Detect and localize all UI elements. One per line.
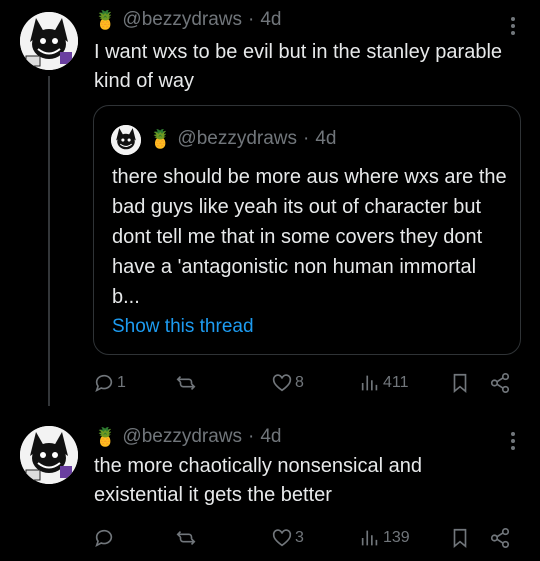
- tweet-actions: 1 8 411: [93, 370, 523, 396]
- views-count: 139: [383, 529, 410, 546]
- more-icon[interactable]: [508, 429, 518, 453]
- pineapple-emoji: 🍍: [94, 9, 117, 30]
- pineapple-emoji: 🍍: [94, 426, 117, 447]
- tweet-text: the more chaotically nonsensical and exi…: [94, 455, 422, 506]
- quote-tweet[interactable]: 🍍 @bezzydraws · 4d there should be more …: [93, 105, 521, 355]
- reply-icon: [95, 374, 113, 392]
- retweet-button[interactable]: [175, 370, 199, 396]
- separator: ·: [303, 128, 310, 149]
- retweet-button[interactable]: [175, 525, 199, 551]
- quote-avatar: [111, 125, 141, 155]
- share-button[interactable]: [489, 525, 511, 551]
- tweet-header: 🍍 @bezzydraws · 4d: [94, 425, 282, 449]
- bookmark-button[interactable]: [449, 525, 471, 551]
- tweet-actions: 3 139: [93, 525, 523, 551]
- views-icon: [361, 530, 378, 546]
- retweet-icon: [176, 375, 196, 391]
- thread-line: [48, 76, 50, 406]
- reply-button[interactable]: [93, 525, 117, 551]
- reply-count: 1: [117, 374, 126, 391]
- like-button[interactable]: 8: [271, 370, 304, 396]
- avatar-image: [20, 12, 78, 70]
- quote-text: there should be more aus where wxs are t…: [112, 166, 507, 308]
- views-icon: [361, 375, 378, 391]
- show-thread-link[interactable]: Show this thread: [112, 316, 254, 338]
- like-button[interactable]: 3: [271, 525, 304, 551]
- avatar[interactable]: [20, 426, 78, 484]
- like-count: 3: [295, 529, 304, 546]
- views-button[interactable]: 411: [359, 370, 409, 396]
- avatar[interactable]: [20, 12, 78, 70]
- like-icon: [272, 374, 292, 392]
- tweet-text: I want wxs to be evil but in the stanley…: [94, 41, 503, 92]
- quote-timestamp: 4d: [315, 128, 337, 149]
- retweet-icon: [176, 530, 196, 546]
- separator: ·: [248, 9, 255, 30]
- share-icon: [490, 373, 510, 393]
- share-icon: [490, 528, 510, 548]
- share-button[interactable]: [489, 370, 511, 396]
- timestamp[interactable]: 4d: [260, 9, 281, 31]
- timestamp[interactable]: 4d: [260, 426, 281, 448]
- quote-header: 🍍 @bezzydraws · 4d: [149, 128, 337, 150]
- bookmark-icon: [453, 528, 467, 549]
- avatar-image: [20, 426, 78, 484]
- views-button[interactable]: 139: [359, 525, 410, 551]
- reply-icon: [95, 529, 113, 547]
- more-icon[interactable]: [508, 14, 518, 38]
- handle-link[interactable]: @bezzydraws: [122, 9, 242, 31]
- separator: ·: [248, 426, 255, 447]
- pineapple-emoji: 🍍: [149, 128, 172, 149]
- quote-avatar-image: [111, 125, 141, 155]
- bookmark-icon: [453, 373, 467, 394]
- bookmark-button[interactable]: [449, 370, 471, 396]
- reply-button[interactable]: 1: [93, 370, 126, 396]
- views-count: 411: [383, 374, 409, 391]
- tweet-header: 🍍 @bezzydraws · 4d: [94, 8, 282, 32]
- quote-handle: @bezzydraws: [177, 128, 298, 149]
- handle-link[interactable]: @bezzydraws: [122, 426, 242, 448]
- like-count: 8: [295, 374, 304, 391]
- like-icon: [272, 529, 292, 547]
